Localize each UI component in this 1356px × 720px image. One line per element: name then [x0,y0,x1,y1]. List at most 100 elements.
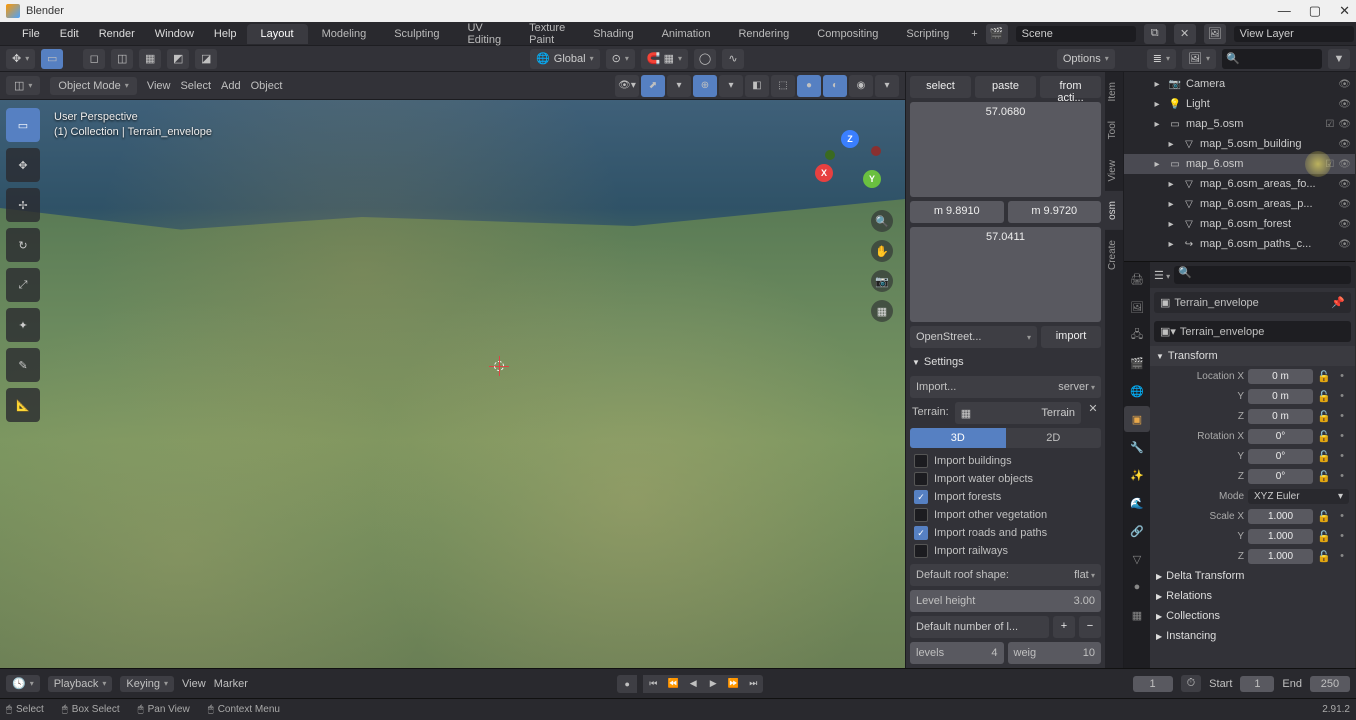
select-mode-5[interactable]: ◪ [195,49,217,69]
shading-wireframe[interactable]: ⬚ [771,75,795,97]
select-box-tool[interactable]: ▭ [6,108,40,142]
levels-remove-button[interactable]: − [1079,616,1101,638]
vp-menu-object[interactable]: Object [251,80,283,92]
levels-field[interactable]: levels4 [910,642,1004,664]
scale-z-field[interactable]: 1.000 [1248,549,1313,564]
checkbox-icon[interactable]: ✓ [914,490,928,504]
rot-z-field[interactable]: 0° [1248,469,1313,484]
outliner-item[interactable]: ▸▽map_6.osm_areas_fo...👁 [1124,174,1355,194]
jump-end-button[interactable]: ⏭ [743,675,763,693]
prop-tab-output[interactable]: 🖼 [1124,294,1150,320]
terrain-object-field[interactable]: ▦ Terrain [955,402,1081,424]
pan-icon[interactable]: ✋ [871,240,893,262]
visibility-toggle[interactable]: 👁 [1338,79,1351,90]
visibility-toggle[interactable]: 👁 [1338,219,1351,230]
weight-field[interactable]: weig10 [1008,642,1102,664]
import-from-dropdown[interactable]: Import...server [910,376,1101,398]
mode-2d-toggle[interactable]: 2D [1006,428,1102,448]
prop-tab-render[interactable]: 🖨 [1124,266,1150,292]
menu-window[interactable]: Window [145,24,204,44]
select-mode-2[interactable]: ◫ [111,49,133,69]
prop-tab-world[interactable]: 🌐 [1124,378,1150,404]
prop-tab-material[interactable]: ● [1124,574,1150,600]
3d-viewport[interactable]: ▭ ✥ ✢ ↻ ⤢ ✦ ✎ 📐 User Perspective (1) Col… [0,100,905,668]
npanel-tab-create[interactable]: Create [1105,230,1123,280]
cursor-tool-dropdown[interactable]: ✥ [6,49,35,69]
osm-from-active-button[interactable]: from acti... [1040,76,1101,98]
lock-icon[interactable]: 🔓 [1317,530,1331,543]
roof-shape-dropdown[interactable]: Default roof shape:flat [910,564,1101,586]
annotate-tool[interactable]: ✎ [6,348,40,382]
timeline-playback-menu[interactable]: Playback [48,676,113,692]
scale-y-field[interactable]: 1.000 [1248,529,1313,544]
mesh-breadcrumb[interactable]: ▣▾ Terrain_envelope [1154,321,1351,342]
tab-shading[interactable]: Shading [579,24,647,44]
lock-icon[interactable]: 🔓 [1317,450,1331,463]
osm-paste-button[interactable]: paste [975,76,1036,98]
source-dropdown[interactable]: OpenStreet... [910,326,1037,348]
mode-3d-toggle[interactable]: 3D [910,428,1006,448]
vp-menu-view[interactable]: View [147,80,171,92]
axis-x-icon[interactable]: X [815,164,833,182]
outliner-search-input[interactable]: 🔍 [1222,49,1322,69]
expand-icon[interactable]: ▸ [1164,197,1178,211]
import-option-row[interactable]: ✓Import forests [910,488,1101,506]
prop-tab-constraints[interactable]: 🔗 [1124,518,1150,544]
lock-icon[interactable]: 🔓 [1317,550,1331,563]
cursor-tool[interactable]: ✥ [6,148,40,182]
npanel-tab-osm[interactable]: osm [1105,191,1123,230]
loc-y-field[interactable]: 0 m [1248,389,1313,404]
camera-view-icon[interactable]: 📷 [871,270,893,292]
select-mode-1[interactable]: ◻ [83,49,105,69]
zoom-icon[interactable]: 🔍 [871,210,893,232]
npanel-tab-view[interactable]: View [1105,150,1123,192]
expand-icon[interactable]: ▸ [1150,77,1164,91]
prop-tab-mesh[interactable]: ▽ [1124,546,1150,572]
timeline-editor-type[interactable]: 🕓 [6,675,40,692]
vp-menu-select[interactable]: Select [180,80,211,92]
snap-dropdown[interactable]: 🧲 ▦ [641,49,688,69]
start-frame-field[interactable]: 1 [1240,676,1274,692]
outliner-item[interactable]: ▸▭map_6.osm☑👁 [1124,154,1355,174]
timeline-view-menu[interactable]: View [182,678,206,690]
frame-range-icon[interactable]: ⏱ [1181,675,1202,692]
prop-tab-physics[interactable]: 🌊 [1124,490,1150,516]
orientation-dropdown[interactable]: 🌐 Global [530,49,600,69]
outliner-item[interactable]: ▸▽map_6.osm_forest👁 [1124,214,1355,234]
visibility-toggle[interactable]: 👁 [1338,119,1351,130]
import-option-row[interactable]: ✓Import roads and paths [910,524,1101,542]
terrain-clear-button[interactable]: ✕ [1085,402,1101,424]
visibility-toggle[interactable]: 👁 [1338,139,1351,150]
object-breadcrumb[interactable]: ▣ Terrain_envelope 📌 [1154,292,1351,313]
scale-tool[interactable]: ⤢ [6,268,40,302]
lock-icon[interactable]: 🔓 [1317,510,1331,523]
play-button[interactable]: ▶ [703,675,723,693]
checkbox-icon[interactable]: ✓ [914,526,928,540]
latitude-north-field[interactable]: 57.0680 [910,102,1101,197]
axis-neg-x-icon[interactable] [871,146,881,156]
prop-tab-texture[interactable]: ▦ [1124,602,1150,628]
rot-x-field[interactable]: 0° [1248,429,1313,444]
axis-neg-y-icon[interactable] [825,150,835,160]
scene-icon[interactable]: 🎬 [986,24,1008,44]
visibility-toggle[interactable]: 👁 [1338,239,1351,250]
tab-layout[interactable]: Layout [247,24,308,44]
move-tool[interactable]: ✢ [6,188,40,222]
scene-delete-button[interactable]: ✕ [1174,24,1196,44]
overlay-dropdown[interactable]: ▾ [719,75,743,97]
select-tool-button[interactable]: ▭ [41,49,63,69]
window-maximize-button[interactable]: ▢ [1309,3,1321,19]
outliner-filter-button[interactable]: ▼ [1328,49,1350,69]
outliner-item[interactable]: ▸↪map_6.osm_paths_c...👁 [1124,234,1355,254]
axis-y-icon[interactable]: Y [863,170,881,188]
visibility-toggle[interactable]: 👁 [1338,179,1351,190]
scale-x-field[interactable]: 1.000 [1248,509,1313,524]
proportional-edit-button[interactable]: ◯ [694,49,716,69]
scene-new-button[interactable]: ⧉ [1144,24,1166,44]
prop-tab-viewlayer[interactable]: 🖧 [1124,322,1150,348]
tab-texture-paint[interactable]: Texture Paint [515,18,579,50]
keyframe-next-button[interactable]: ⏩ [723,675,743,693]
shading-rendered[interactable]: ◉ [849,75,873,97]
expand-icon[interactable]: ▸ [1150,157,1164,171]
checkbox-icon[interactable] [914,508,928,522]
